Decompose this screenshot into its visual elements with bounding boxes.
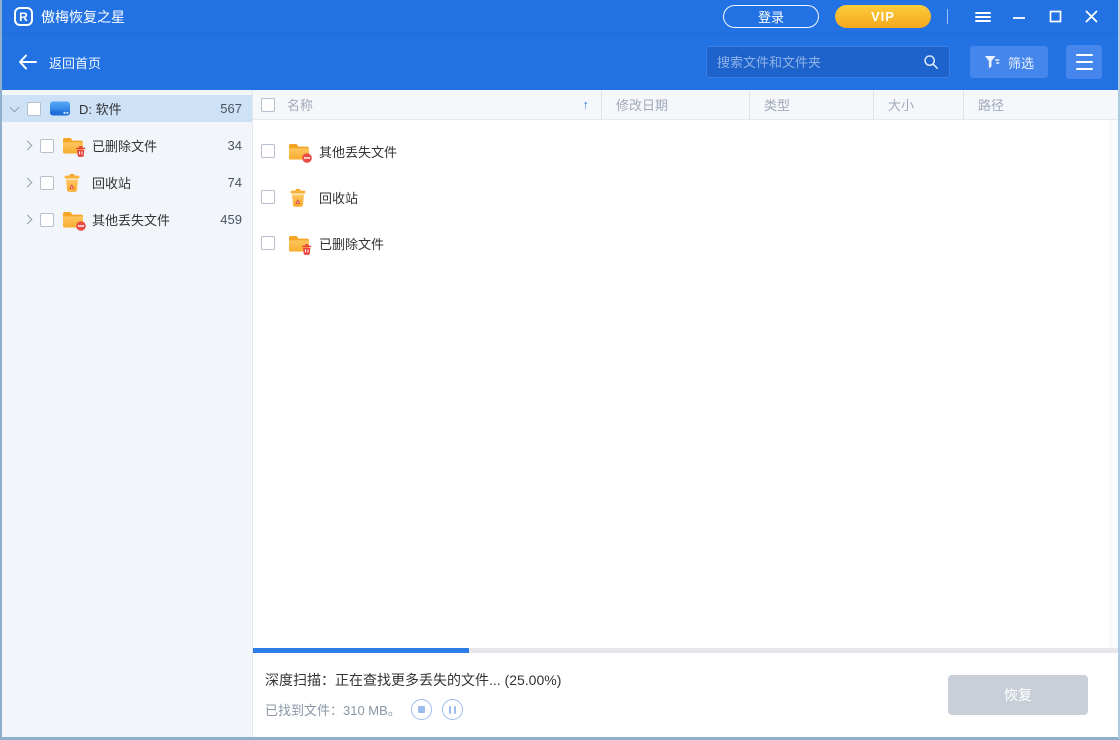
column-label: 名称 bbox=[287, 95, 313, 114]
search-input[interactable] bbox=[717, 55, 923, 70]
row-checkbox[interactable] bbox=[261, 190, 275, 204]
chevron-right-icon[interactable] bbox=[23, 215, 33, 225]
folder-deleted-icon bbox=[62, 136, 84, 155]
column-label: 修改日期 bbox=[616, 95, 668, 114]
table-row-deleted-files[interactable]: 已删除文件 bbox=[253, 220, 1118, 266]
row-checkbox[interactable] bbox=[261, 144, 275, 158]
content: D: 软件 567 已删除文件 34 回收站 74 bbox=[2, 90, 1118, 737]
sidebar-item-count: 34 bbox=[228, 138, 242, 153]
status-text-block: 深度扫描：正在查找更多丢失的文件... (25.00%) 已找到文件：310 M… bbox=[265, 670, 948, 720]
sidebar-item-label: D: 软件 bbox=[79, 99, 220, 118]
column-header-type[interactable]: 类型 bbox=[749, 90, 873, 119]
row-checkbox[interactable] bbox=[261, 236, 275, 250]
back-arrow-icon bbox=[18, 54, 37, 70]
sort-ascending-icon[interactable]: ↑ bbox=[583, 97, 590, 112]
back-label: 返回首页 bbox=[49, 53, 101, 72]
sidebar-item-deleted-files[interactable]: 已删除文件 34 bbox=[2, 132, 252, 159]
titlebar: R 傲梅恢复之星 登录 VIP bbox=[2, 0, 1118, 33]
sidebar-item-count: 74 bbox=[228, 175, 242, 190]
stop-scan-button[interactable] bbox=[411, 699, 432, 720]
stop-icon bbox=[418, 706, 425, 713]
deleted-files-checkbox[interactable] bbox=[40, 139, 54, 153]
chevron-down-icon[interactable] bbox=[10, 103, 20, 113]
statusbar: 深度扫描：正在查找更多丢失的文件... (25.00%) 已找到文件：310 M… bbox=[253, 653, 1118, 737]
table-row-recycle-bin[interactable]: 回收站 bbox=[253, 174, 1118, 220]
titlebar-divider bbox=[947, 9, 948, 24]
sidebar-item-drive-d[interactable]: D: 软件 567 bbox=[2, 95, 252, 122]
scan-status-text: 深度扫描：正在查找更多丢失的文件... (25.00%) bbox=[265, 670, 948, 690]
recover-button[interactable]: 恢复 bbox=[948, 675, 1088, 715]
search-icon[interactable] bbox=[923, 54, 939, 70]
maximize-button[interactable] bbox=[1040, 4, 1070, 30]
main-panel: 名称 ↑ 修改日期 类型 大小 路径 其他丢失文件 bbox=[253, 90, 1118, 737]
vip-button[interactable]: VIP bbox=[835, 5, 931, 28]
sidebar-item-label: 已删除文件 bbox=[92, 136, 228, 155]
pause-icon bbox=[449, 706, 456, 714]
pause-scan-button[interactable] bbox=[442, 699, 463, 720]
back-button[interactable]: 返回首页 bbox=[18, 53, 101, 72]
app-title: 傲梅恢复之星 bbox=[41, 7, 125, 27]
select-all-checkbox[interactable] bbox=[261, 98, 275, 112]
column-header-size[interactable]: 大小 bbox=[873, 90, 963, 119]
app-menu-button[interactable] bbox=[1066, 45, 1102, 79]
table-row-other-lost-files[interactable]: 其他丢失文件 bbox=[253, 128, 1118, 174]
folder-lost-icon bbox=[288, 142, 310, 161]
found-files-text: 已找到文件：310 MB。 bbox=[265, 700, 401, 719]
folder-deleted-icon bbox=[288, 234, 310, 253]
app-logo-icon: R bbox=[14, 7, 33, 26]
column-label: 路径 bbox=[978, 95, 1004, 114]
drive-icon bbox=[49, 99, 71, 118]
file-name: 回收站 bbox=[319, 188, 358, 207]
recycle-bin-icon bbox=[62, 173, 84, 192]
login-button[interactable]: 登录 bbox=[723, 5, 819, 28]
scrollbar[interactable] bbox=[1110, 120, 1118, 648]
file-name: 其他丢失文件 bbox=[319, 142, 397, 161]
column-label: 大小 bbox=[888, 95, 914, 114]
column-label: 类型 bbox=[764, 95, 790, 114]
titlebar-menu-icon[interactable] bbox=[968, 4, 998, 30]
sidebar-item-recycle-bin[interactable]: 回收站 74 bbox=[2, 169, 252, 196]
minimize-button[interactable] bbox=[1004, 4, 1034, 30]
toolbar: 返回首页 筛选 bbox=[2, 33, 1118, 90]
recycle-bin-icon bbox=[288, 188, 310, 207]
app-window: R 傲梅恢复之星 登录 VIP 返回首页 bbox=[0, 0, 1120, 740]
column-header-modified-date[interactable]: 修改日期 bbox=[601, 90, 749, 119]
search-box[interactable] bbox=[706, 46, 950, 78]
file-list: 其他丢失文件 回收站 已删除文件 bbox=[253, 120, 1118, 648]
column-header-path[interactable]: 路径 bbox=[963, 90, 1118, 119]
drive-d-checkbox[interactable] bbox=[27, 102, 41, 116]
table-header: 名称 ↑ 修改日期 类型 大小 路径 bbox=[253, 90, 1118, 120]
sidebar: D: 软件 567 已删除文件 34 回收站 74 bbox=[2, 90, 253, 737]
recycle-bin-checkbox[interactable] bbox=[40, 176, 54, 190]
sidebar-item-other-lost-files[interactable]: 其他丢失文件 459 bbox=[2, 206, 252, 233]
sidebar-item-count: 567 bbox=[220, 101, 242, 116]
chevron-right-icon[interactable] bbox=[23, 141, 33, 151]
filter-funnel-icon bbox=[984, 55, 1000, 70]
other-lost-files-checkbox[interactable] bbox=[40, 213, 54, 227]
folder-lost-icon bbox=[62, 210, 84, 229]
column-header-name[interactable]: 名称 ↑ bbox=[253, 90, 601, 119]
filter-button[interactable]: 筛选 bbox=[970, 46, 1048, 78]
close-button[interactable] bbox=[1076, 4, 1106, 30]
chevron-right-icon[interactable] bbox=[23, 178, 33, 188]
sidebar-item-count: 459 bbox=[220, 212, 242, 227]
sidebar-item-label: 其他丢失文件 bbox=[92, 210, 220, 229]
sidebar-item-label: 回收站 bbox=[92, 173, 228, 192]
file-name: 已删除文件 bbox=[319, 234, 384, 253]
filter-label: 筛选 bbox=[1008, 53, 1034, 72]
